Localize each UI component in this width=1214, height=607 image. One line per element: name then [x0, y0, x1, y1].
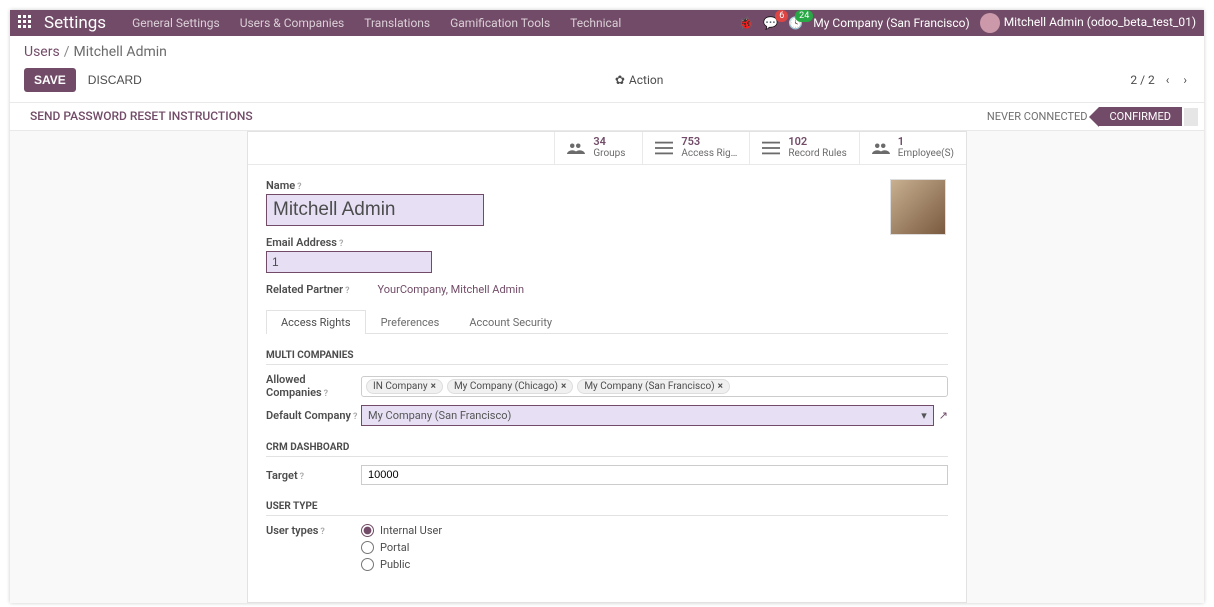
allowed-companies-label: Allowed Companies? [266, 373, 361, 399]
stat-record-rules[interactable]: 102Record Rules [749, 132, 858, 164]
discard-button[interactable]: DISCARD [82, 68, 148, 92]
breadcrumb-root[interactable]: Users [24, 44, 60, 60]
tag-remove-icon[interactable]: × [561, 381, 566, 392]
action-dropdown[interactable]: ✿Action [615, 73, 664, 87]
menu-translations[interactable]: Translations [356, 12, 438, 34]
chevron-down-icon: ▾ [921, 409, 927, 422]
help-icon[interactable]: ? [339, 239, 343, 249]
radio-portal[interactable] [361, 541, 374, 554]
allowed-companies-field[interactable]: IN Company× My Company (Chicago)× My Com… [361, 376, 948, 397]
status-never-connected[interactable]: NEVER CONNECTED [976, 107, 1099, 126]
email-label: Email Address? [266, 236, 948, 249]
people-icon [567, 141, 585, 155]
stat-access-rights[interactable]: 753Access Rig… [642, 132, 749, 164]
radio-label: Portal [380, 541, 409, 554]
help-icon[interactable]: ? [320, 527, 324, 537]
name-input[interactable] [266, 194, 484, 226]
user-photo[interactable] [890, 179, 946, 235]
breadcrumb-current: Mitchell Admin [73, 44, 166, 60]
default-company-label: Default Company? [266, 409, 361, 422]
help-icon[interactable]: ? [353, 412, 357, 422]
app-brand[interactable]: Settings [44, 13, 106, 33]
people-icon [872, 141, 890, 155]
help-icon[interactable]: ? [345, 286, 349, 296]
scrollbar-thumb[interactable] [1184, 108, 1198, 126]
activities-icon[interactable]: 🕓24 [788, 16, 803, 30]
tag-remove-icon[interactable]: × [431, 381, 436, 392]
help-icon[interactable]: ? [324, 389, 328, 399]
avatar-icon [980, 13, 1000, 33]
section-multi-companies: MULTI COMPANIES [266, 350, 948, 365]
stat-value: 34 [593, 136, 625, 148]
stat-value: 102 [788, 136, 846, 148]
section-crm-dashboard: CRM DASHBOARD [266, 442, 948, 457]
stat-value: 1 [898, 136, 954, 148]
breadcrumb-sep: / [64, 44, 70, 60]
partner-link[interactable]: YourCompany, Mitchell Admin [378, 283, 525, 296]
company-tag: IN Company× [366, 379, 443, 394]
target-input[interactable] [361, 465, 948, 485]
status-confirmed[interactable]: CONFIRMED [1099, 107, 1183, 126]
menu-general-settings[interactable]: General Settings [124, 12, 228, 34]
list-icon [655, 141, 673, 155]
tag-remove-icon[interactable]: × [718, 381, 723, 392]
radio-public[interactable] [361, 558, 374, 571]
company-tag: My Company (San Francisco)× [577, 379, 730, 394]
list-icon [762, 141, 780, 155]
debug-icon[interactable]: 🐞 [738, 16, 753, 30]
external-link-icon[interactable]: ↗ [939, 409, 948, 422]
menu-gamification[interactable]: Gamification Tools [442, 12, 558, 34]
radio-label: Internal User [380, 524, 442, 537]
section-user-type: USER TYPE [266, 501, 948, 516]
default-company-select[interactable]: My Company (San Francisco)▾ [361, 405, 934, 426]
stat-value: 753 [681, 136, 737, 148]
stat-label: Access Rig… [681, 148, 737, 160]
company-tag: My Company (Chicago)× [447, 379, 573, 394]
save-button[interactable]: SAVE [24, 68, 76, 92]
tab-account-security[interactable]: Account Security [454, 310, 567, 334]
gear-icon: ✿ [615, 73, 625, 87]
tab-access-rights[interactable]: Access Rights [266, 310, 366, 334]
messaging-icon[interactable]: 💬6 [763, 16, 778, 30]
radio-label: Public [380, 558, 410, 571]
stat-label: Groups [593, 148, 625, 160]
stat-groups[interactable]: 34Groups [554, 132, 642, 164]
pager-count: 2 / 2 [1130, 73, 1154, 87]
email-input[interactable] [266, 251, 432, 273]
pager-next[interactable]: › [1180, 71, 1190, 89]
radio-internal-user[interactable] [361, 524, 374, 537]
menu-users-companies[interactable]: Users & Companies [232, 12, 353, 34]
menu-technical[interactable]: Technical [562, 12, 629, 34]
apps-launcher-icon[interactable] [18, 15, 34, 31]
chat-badge: 6 [775, 10, 788, 22]
stat-employees[interactable]: 1Employee(S) [859, 132, 966, 164]
company-switcher[interactable]: My Company (San Francisco) [813, 16, 969, 30]
help-icon[interactable]: ? [297, 182, 301, 192]
help-icon[interactable]: ? [300, 472, 304, 482]
pager-prev[interactable]: ‹ [1163, 71, 1173, 89]
name-label: Name? [266, 179, 948, 192]
stat-label: Employee(S) [898, 148, 954, 160]
target-label: Target? [266, 469, 361, 482]
tab-preferences[interactable]: Preferences [366, 310, 455, 334]
send-password-reset-button[interactable]: SEND PASSWORD RESET INSTRUCTIONS [30, 109, 253, 123]
activities-badge: 24 [795, 10, 813, 22]
stat-label: Record Rules [788, 148, 846, 160]
user-types-label: User types? [266, 524, 361, 537]
partner-label: Related Partner? [266, 283, 350, 296]
user-menu[interactable]: Mitchell Admin (odoo_beta_test_01) [980, 13, 1196, 33]
user-name: Mitchell Admin (odoo_beta_test_01) [1004, 15, 1196, 29]
